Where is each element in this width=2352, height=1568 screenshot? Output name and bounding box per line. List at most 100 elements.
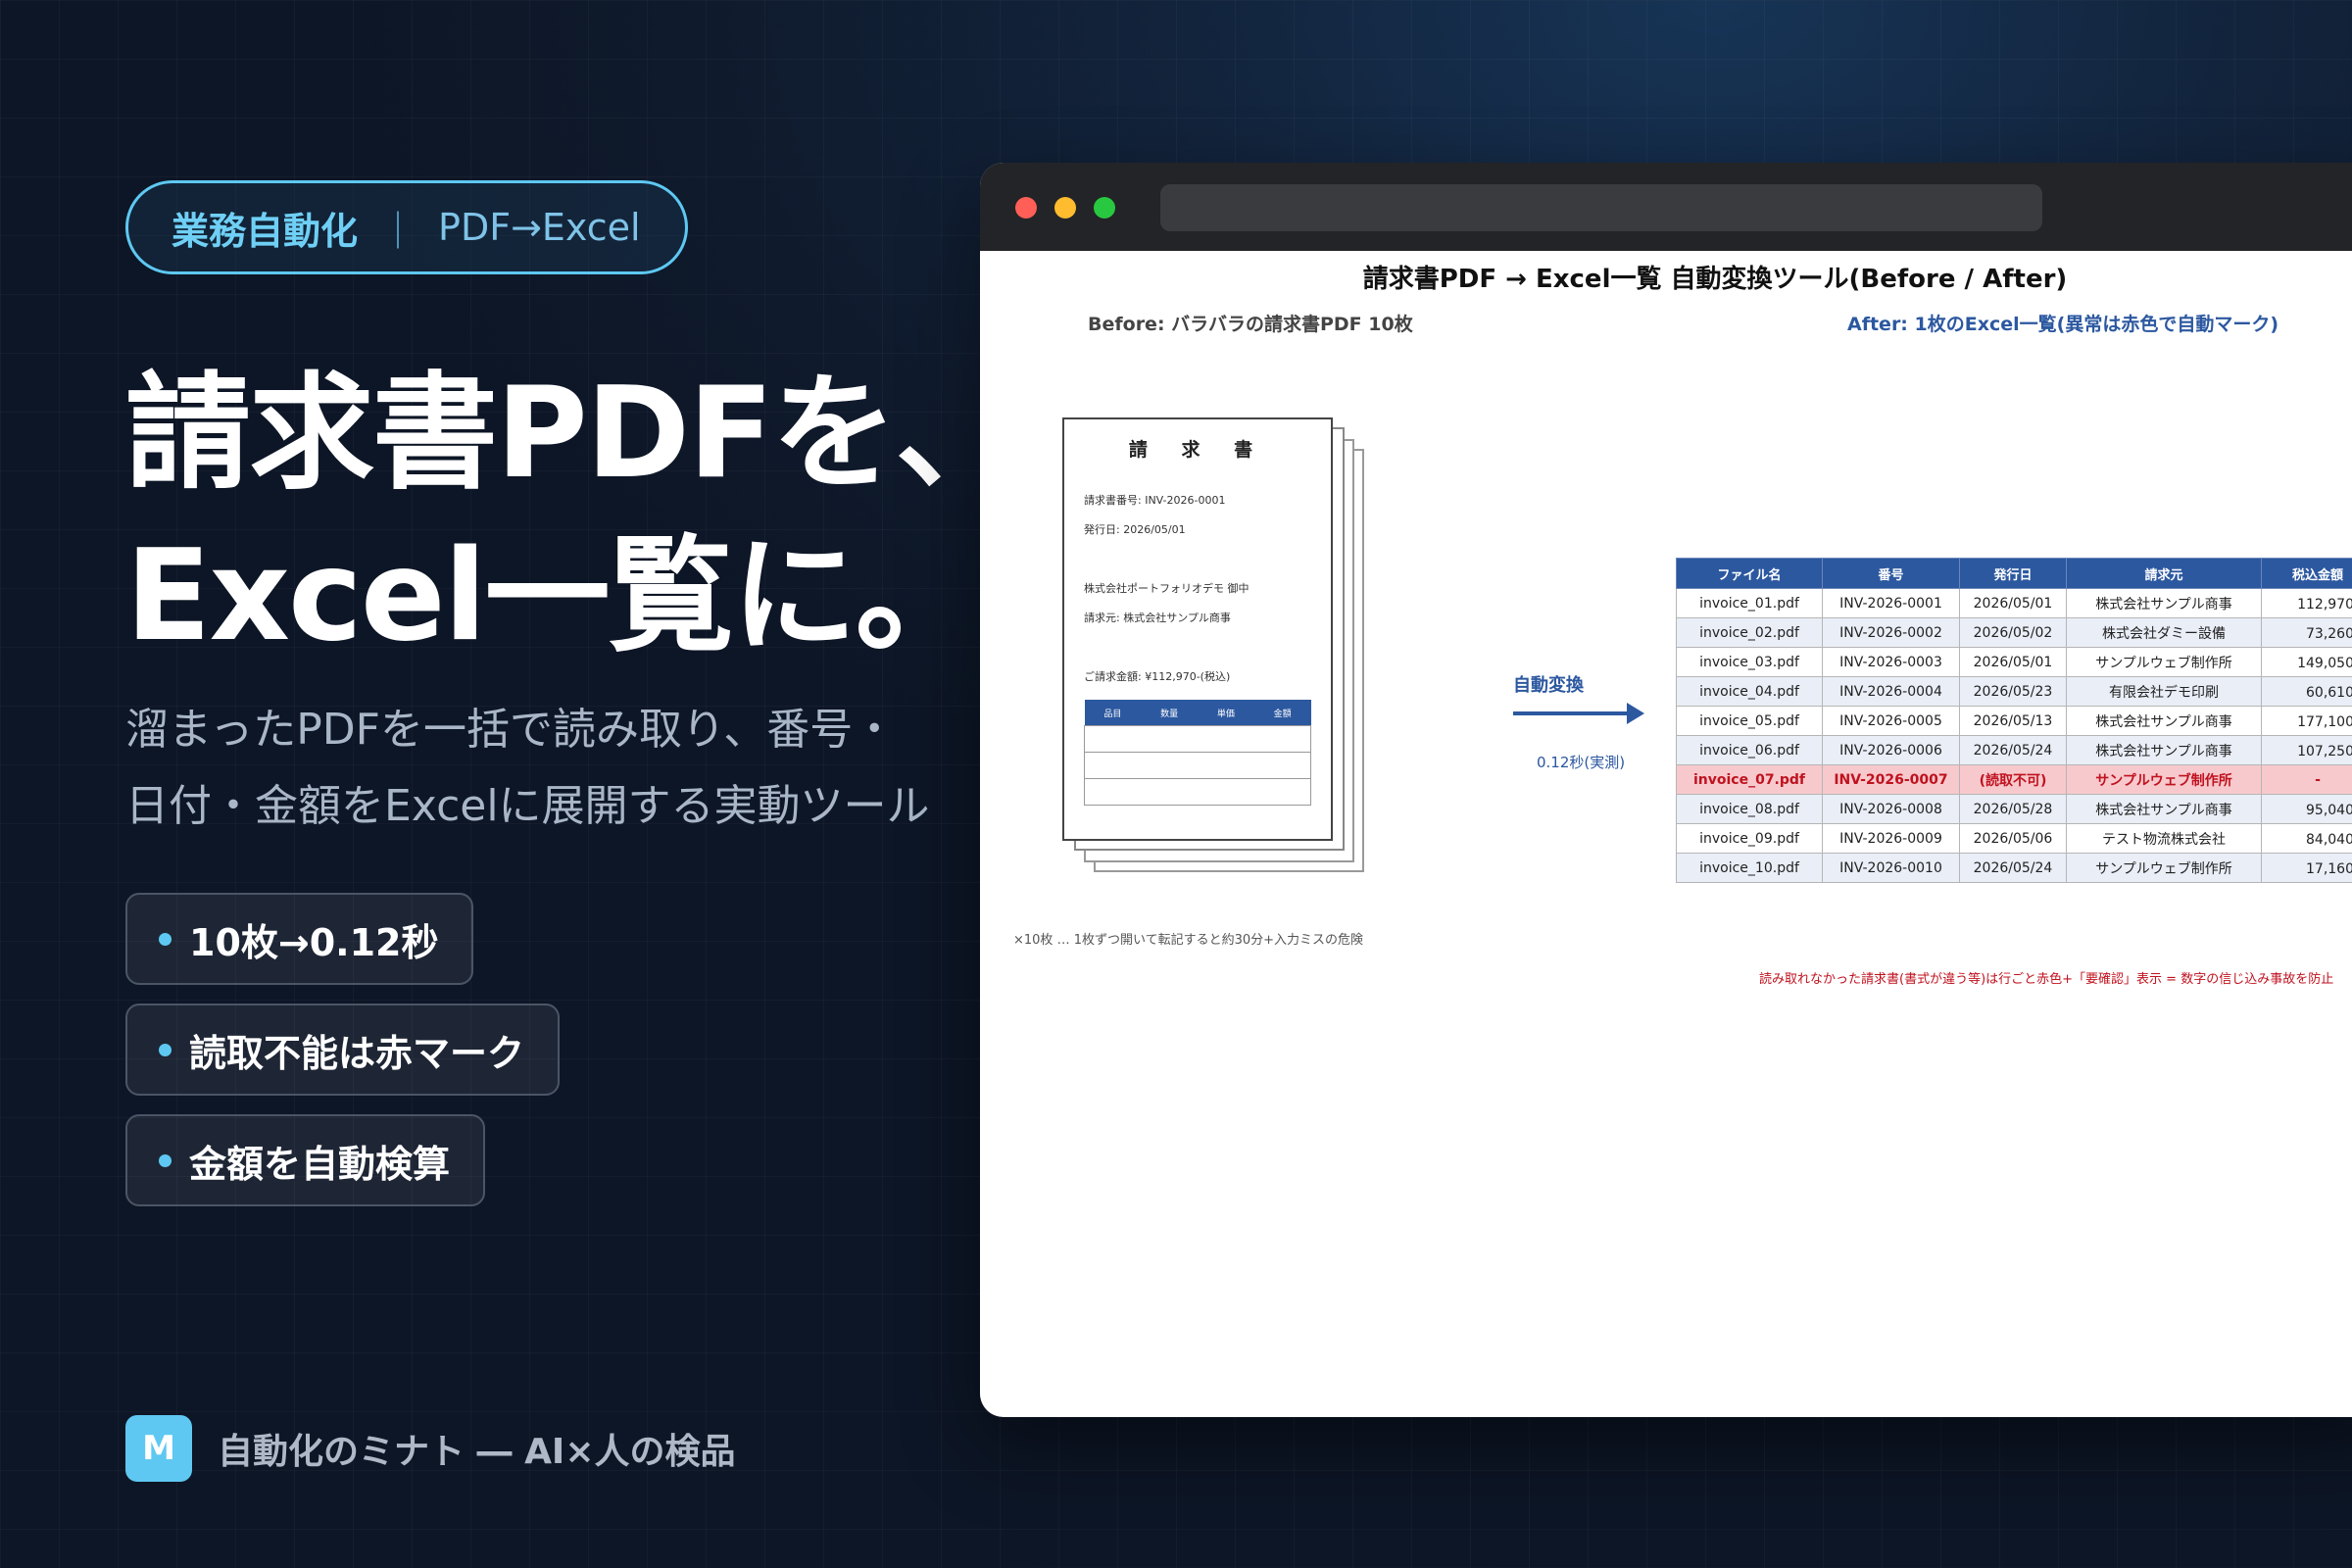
cell-date: 2026/05/01 [1959,588,2067,618]
invoice-number: 請求書番号: INV-2026-0001 [1084,494,1226,507]
table-row: invoice_10.pdf INV-2026-0010 2026/05/24 サンプ… [1676,853,2352,883]
column-header: 番号 [1822,558,1960,589]
feature-label: 10枚→0.12秒 [189,920,439,964]
cell-date: 2026/05/02 [1959,617,2067,648]
cell-amount: 17,160円 [2261,853,2352,883]
invoice-page: 請 求 書 請求書番号: INV-2026-0001 発行日: 2026/05/… [1062,417,1333,841]
cell-file: invoice_05.pdf [1676,706,1823,736]
cell-file: invoice_02.pdf [1676,617,1823,648]
cell-number: INV-2026-0009 [1822,823,1960,854]
feature-chip: 金額を自動検算 [125,1114,486,1206]
cell-number: INV-2026-0003 [1822,647,1960,677]
brand-logo: M [125,1415,192,1482]
headline-line-2: Excel一覧に。 [125,523,981,669]
invoice-recipient: 株式会社ポートフォリオデモ 御中 [1084,582,1250,595]
item-row [1084,778,1311,806]
subtitle-line-2: 日付・金額をExcelに展開する実動ツール [125,781,930,831]
table-row: invoice_08.pdf INV-2026-0008 2026/05/28 株式会… [1676,794,2352,824]
item-header: 数量 [1141,700,1198,726]
cell-date: 2026/05/24 [1959,735,2067,765]
cell-amount: 84,040円 [2261,823,2352,854]
category-tag: 業務自動化 ｜ PDF→Excel [125,180,688,274]
item-row [1084,752,1311,779]
feature-chip: 10枚→0.12秒 [125,893,474,985]
maximize-dot-icon[interactable] [1094,197,1115,219]
cell-date: 2026/05/23 [1959,676,2067,707]
cell-file: invoice_09.pdf [1676,823,1823,854]
feature-label: 読取不能は赤マーク [189,1031,525,1075]
cell-number: INV-2026-0010 [1822,853,1960,883]
cell-amount: 112,970円 [2261,588,2352,618]
tool-title: 請求書PDF → Excel一覧 自動変換ツール(Before / After) [1362,265,2068,294]
cell-date: 2026/05/06 [1959,823,2067,854]
bullet-dot-icon [159,1153,172,1167]
bullet-dot-icon [159,932,172,946]
error-note: 読み取れなかった請求書(書式が違う等)は行ごと赤色+「要確認」表示 = 数字の信… [1759,972,2334,987]
cell-number: INV-2026-0004 [1822,676,1960,707]
subtitle: 溜まったPDFを一括で読み取り、番号・ 日付・金額をExcelに展開する実動ツー… [125,692,930,845]
tag-primary: 業務自動化 [172,209,359,253]
tag-divider: ｜ [379,209,417,253]
cell-file: invoice_04.pdf [1676,676,1823,707]
cell-date: 2026/05/13 [1959,706,2067,736]
table-row: invoice_01.pdf INV-2026-0001 2026/05/01 株式会… [1676,588,2352,618]
convert-time: 0.12秒(実測) [1537,754,1626,771]
cell-issuer: 株式会社サンプル商事 [2066,706,2262,736]
before-caption: ×10枚 … 1枚ずつ開いて転記すると約30分+入力ミスの危険 [1013,933,1364,948]
convert-label: 自動変換 [1513,675,1584,696]
column-header: 請求元 [2066,558,2262,589]
cell-issuer: サンプルウェブ制作所 [2066,764,2262,795]
right-arrow-icon [1513,703,1644,724]
item-header: 金額 [1253,700,1311,726]
brand-text: 自動化のミナト ― AI×人の検品 [218,1432,736,1472]
headline: 請求書PDFを、 Excel一覧に。 [125,353,1021,678]
headline-line-1: 請求書PDFを、 [125,361,1021,507]
feature-chip: 読取不能は赤マーク [125,1004,561,1096]
cell-date: (読取不可) [1959,764,2067,795]
subtitle-line-1: 溜まったPDFを一括で読み取り、番号・ [125,705,897,755]
cell-file: invoice_03.pdf [1676,647,1823,677]
cell-amount: 73,260円 [2261,617,2352,648]
cell-date: 2026/05/28 [1959,794,2067,824]
cell-file: invoice_06.pdf [1676,735,1823,765]
cell-number: INV-2026-0005 [1822,706,1960,736]
cell-amount: - [2261,764,2352,795]
cell-file: invoice_08.pdf [1676,794,1823,824]
table-row: invoice_02.pdf INV-2026-0002 2026/05/02 株式会… [1676,617,2352,648]
minimize-dot-icon[interactable] [1054,197,1076,219]
cell-issuer: 株式会社サンプル商事 [2066,735,2262,765]
cell-date: 2026/05/24 [1959,853,2067,883]
cell-number: INV-2026-0008 [1822,794,1960,824]
address-bar[interactable] [1160,184,2042,231]
item-header: 単価 [1198,700,1254,726]
window-titlebar [980,163,2352,251]
brand: M 自動化のミナト ― AI×人の検品 [125,1415,736,1482]
table-row: invoice_09.pdf INV-2026-0009 2026/05/06 テスト… [1676,823,2352,854]
cell-issuer: サンプルウェブ制作所 [2066,647,2262,677]
invoice-item-table: 品目 数量 単価 金額 [1084,700,1311,806]
table-row: invoice_04.pdf INV-2026-0004 2026/05/23 有限会… [1676,676,2352,707]
item-header: 品目 [1084,700,1142,726]
close-dot-icon[interactable] [1015,197,1037,219]
cell-amount: 177,100円 [2261,706,2352,736]
cell-file: invoice_10.pdf [1676,853,1823,883]
table-row: invoice_06.pdf INV-2026-0006 2026/05/24 株式会… [1676,735,2352,765]
cell-number: INV-2026-0001 [1822,588,1960,618]
item-row [1084,725,1311,753]
tag-secondary: PDF→Excel [438,206,641,249]
after-heading: After: 1枚のExcel一覧(異常は赤色で自動マーク) [1847,314,2279,335]
cell-issuer: 株式会社サンプル商事 [2066,794,2262,824]
feature-label: 金額を自動検算 [189,1142,451,1186]
cell-date: 2026/05/01 [1959,647,2067,677]
browser-window: 請求書PDF → Excel一覧 自動変換ツール(Before / After)… [980,163,2352,1417]
window-content: 請求書PDF → Excel一覧 自動変換ツール(Before / After)… [980,251,2352,1417]
table-row: invoice_03.pdf INV-2026-0003 2026/05/01 サンプ… [1676,647,2352,677]
cell-amount: 95,040円 [2261,794,2352,824]
cell-number: INV-2026-0006 [1822,735,1960,765]
table-row: invoice_07.pdf INV-2026-0007 (読取不可) サンプルウェブ… [1676,764,2352,795]
cell-amount: 149,050円 [2261,647,2352,677]
table-row: invoice_05.pdf INV-2026-0005 2026/05/13 株式会… [1676,706,2352,736]
cell-amount: 60,610円 [2261,676,2352,707]
cell-issuer: 株式会社サンプル商事 [2066,588,2262,618]
before-heading: Before: バラバラの請求書PDF 10枚 [1088,314,1413,335]
